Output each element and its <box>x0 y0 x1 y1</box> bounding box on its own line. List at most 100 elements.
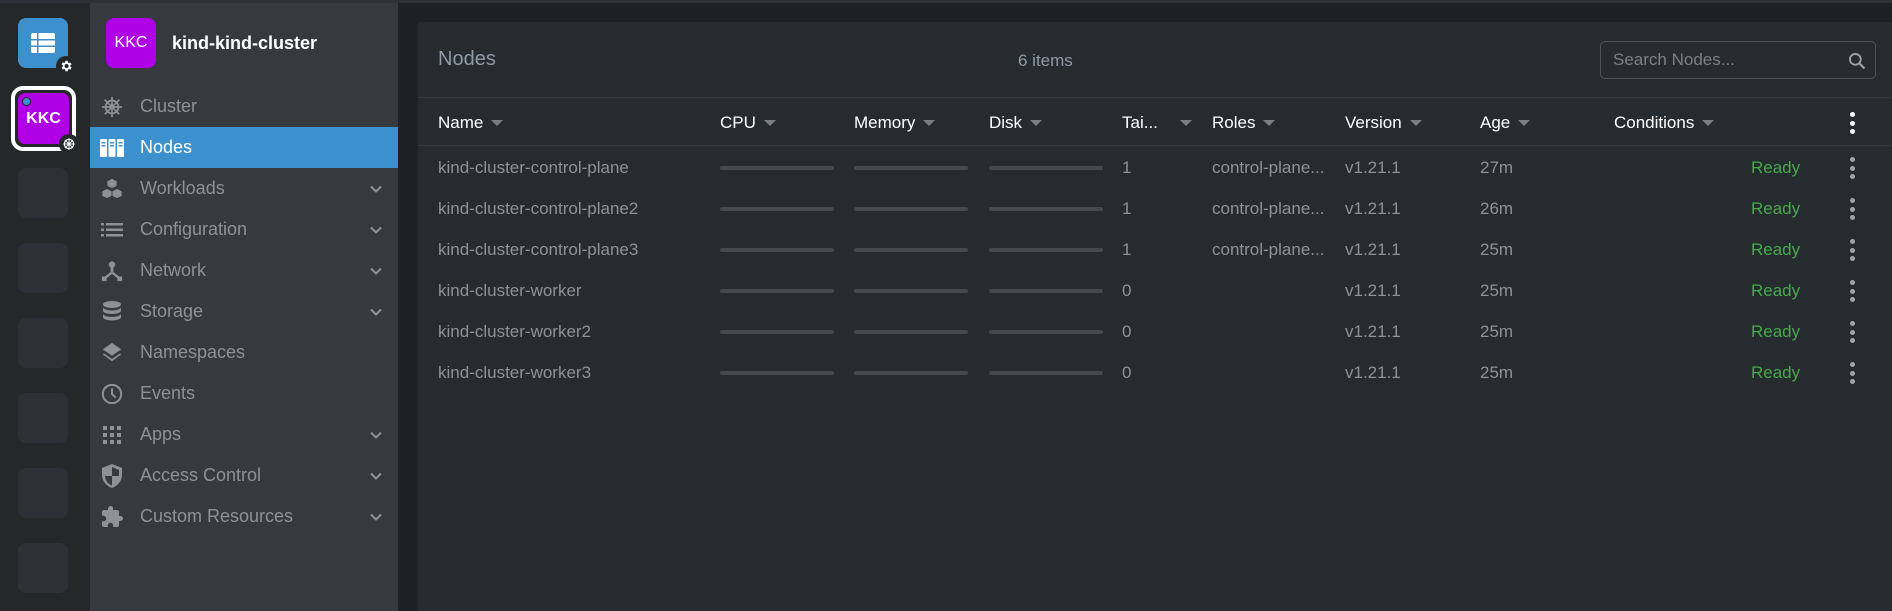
column-header-cpu[interactable]: CPU <box>720 113 776 133</box>
hotbar-empty-slot[interactable] <box>18 168 68 218</box>
chevron-down-icon[interactable] <box>368 181 384 197</box>
row-menu-button[interactable] <box>1849 157 1855 179</box>
node-condition: Ready <box>1751 199 1801 218</box>
sidebar-item-storage[interactable]: Storage <box>90 291 398 332</box>
sort-caret-icon <box>1518 120 1531 126</box>
hotbar-empty-slot[interactable] <box>18 393 68 443</box>
node-condition: Ready <box>1751 363 1801 382</box>
chevron-down-icon[interactable] <box>368 222 384 238</box>
column-header-version[interactable]: Version <box>1345 113 1422 133</box>
list-icon <box>100 218 124 242</box>
sidebar-item-events[interactable]: Events <box>90 373 398 414</box>
disk-usage-bar <box>989 330 1103 334</box>
helm-icon <box>100 95 124 119</box>
column-label: Name <box>438 113 484 132</box>
search-input[interactable] <box>1613 50 1833 70</box>
status-dot <box>22 97 31 106</box>
table-row[interactable]: kind-cluster-control-plane3 1 control-pl… <box>418 229 1892 270</box>
nodes-icon <box>100 136 124 160</box>
sidebar-item-workloads[interactable]: Workloads <box>90 168 398 209</box>
cluster-name: kind-kind-cluster <box>172 32 318 53</box>
table-row[interactable]: kind-cluster-control-plane 1 control-pla… <box>418 147 1892 188</box>
chevron-down-icon[interactable] <box>368 427 384 443</box>
apps-grid-icon <box>100 423 124 447</box>
chevron-down-icon[interactable] <box>368 263 384 279</box>
node-name: kind-cluster-control-plane3 <box>438 240 639 259</box>
cluster-hotbar-item[interactable]: KKC <box>11 86 79 154</box>
hotbar-empty-slot[interactable] <box>18 543 68 593</box>
table-row[interactable]: kind-cluster-control-plane2 1 control-pl… <box>418 188 1892 229</box>
column-label: Conditions <box>1614 113 1695 132</box>
sort-caret-icon <box>1263 120 1276 126</box>
column-header-conditions[interactable]: Conditions <box>1614 113 1715 133</box>
sidebar-item-configuration[interactable]: Configuration <box>90 209 398 250</box>
hotbar-rail: KKC <box>0 3 90 611</box>
row-menu-button[interactable] <box>1849 239 1855 261</box>
column-header-memory[interactable]: Memory <box>854 113 936 133</box>
sidebar-item-namespaces[interactable]: Namespaces <box>90 332 398 373</box>
memory-usage-bar <box>854 330 968 334</box>
row-menu-button[interactable] <box>1849 280 1855 302</box>
sidebar-item-label: Namespaces <box>140 342 246 362</box>
disk-usage-bar <box>989 248 1103 252</box>
node-taints: 0 <box>1122 322 1132 341</box>
node-version: v1.21.1 <box>1345 281 1401 300</box>
node-roles: control-plane... <box>1212 199 1325 218</box>
sidebar-item-access-control[interactable]: Access Control <box>90 455 398 496</box>
nodes-panel: Nodes 6 items Name CPU Memory Disk Tai..… <box>418 22 1892 611</box>
row-menu-button[interactable] <box>1849 362 1855 384</box>
column-header-age[interactable]: Age <box>1480 113 1531 133</box>
table-row[interactable]: kind-cluster-worker2 0 v1.21.1 25m Ready <box>418 311 1892 352</box>
node-taints: 1 <box>1122 199 1132 218</box>
layers-icon <box>100 341 124 365</box>
hotbar-empty-slot[interactable] <box>18 243 68 293</box>
cluster-tile[interactable]: KKC <box>18 93 79 154</box>
sidebar-item-label: Apps <box>140 424 182 444</box>
table-row[interactable]: kind-cluster-worker3 0 v1.21.1 25m Ready <box>418 352 1892 393</box>
sidebar-item-cluster[interactable]: Cluster <box>90 86 398 127</box>
node-condition: Ready <box>1751 322 1801 341</box>
sort-caret-icon <box>1409 120 1422 126</box>
row-menu-button[interactable] <box>1849 198 1855 220</box>
cpu-usage-bar <box>720 330 834 334</box>
clock-icon <box>100 382 124 406</box>
sidebar-item-label: Custom Resources <box>140 506 294 526</box>
chevron-down-icon[interactable] <box>368 509 384 525</box>
column-header-name[interactable]: Name <box>438 113 504 133</box>
puzzle-icon <box>100 505 124 529</box>
cpu-usage-bar <box>720 289 834 293</box>
node-age: 25m <box>1480 240 1514 259</box>
table-row[interactable]: kind-cluster-worker 0 v1.21.1 25m Ready <box>418 270 1892 311</box>
search-box[interactable] <box>1600 41 1876 79</box>
chevron-down-icon[interactable] <box>368 468 384 484</box>
node-age: 25m <box>1480 322 1514 341</box>
cluster-badge <box>59 134 79 154</box>
chevron-down-icon[interactable] <box>368 304 384 320</box>
row-menu-button[interactable] <box>1849 321 1855 343</box>
node-roles: control-plane... <box>1212 240 1325 259</box>
column-header-roles[interactable]: Roles <box>1212 113 1276 133</box>
memory-usage-bar <box>854 289 968 293</box>
item-count: 6 items <box>1018 51 1073 70</box>
hotbar-empty-slot[interactable] <box>18 468 68 518</box>
node-name: kind-cluster-control-plane <box>438 158 629 177</box>
sidebar-item-nodes[interactable]: Nodes <box>90 127 398 168</box>
memory-usage-bar <box>854 248 968 252</box>
sidebar-item-custom-resources[interactable]: Custom Resources <box>90 496 398 537</box>
search-icon[interactable] <box>1847 51 1867 71</box>
catalog-button[interactable] <box>18 18 76 76</box>
column-header-taints[interactable]: Tai... <box>1122 113 1192 133</box>
sidebar-item-label: Events <box>140 383 196 403</box>
sidebar-item-apps[interactable]: Apps <box>90 414 398 455</box>
column-menu-button[interactable] <box>1849 112 1855 134</box>
node-name: kind-cluster-worker2 <box>438 322 592 341</box>
sidebar-item-network[interactable]: Network <box>90 250 398 291</box>
page-title: Nodes <box>438 48 496 70</box>
cluster-sidebar: KKC kind-kind-cluster Cluster Nodes Work… <box>90 3 398 611</box>
column-header-disk[interactable]: Disk <box>989 113 1043 133</box>
hotbar-empty-slot[interactable] <box>18 318 68 368</box>
node-name: kind-cluster-worker <box>438 281 582 300</box>
node-version: v1.21.1 <box>1345 363 1401 382</box>
node-version: v1.21.1 <box>1345 322 1401 341</box>
sort-caret-icon <box>923 120 936 126</box>
